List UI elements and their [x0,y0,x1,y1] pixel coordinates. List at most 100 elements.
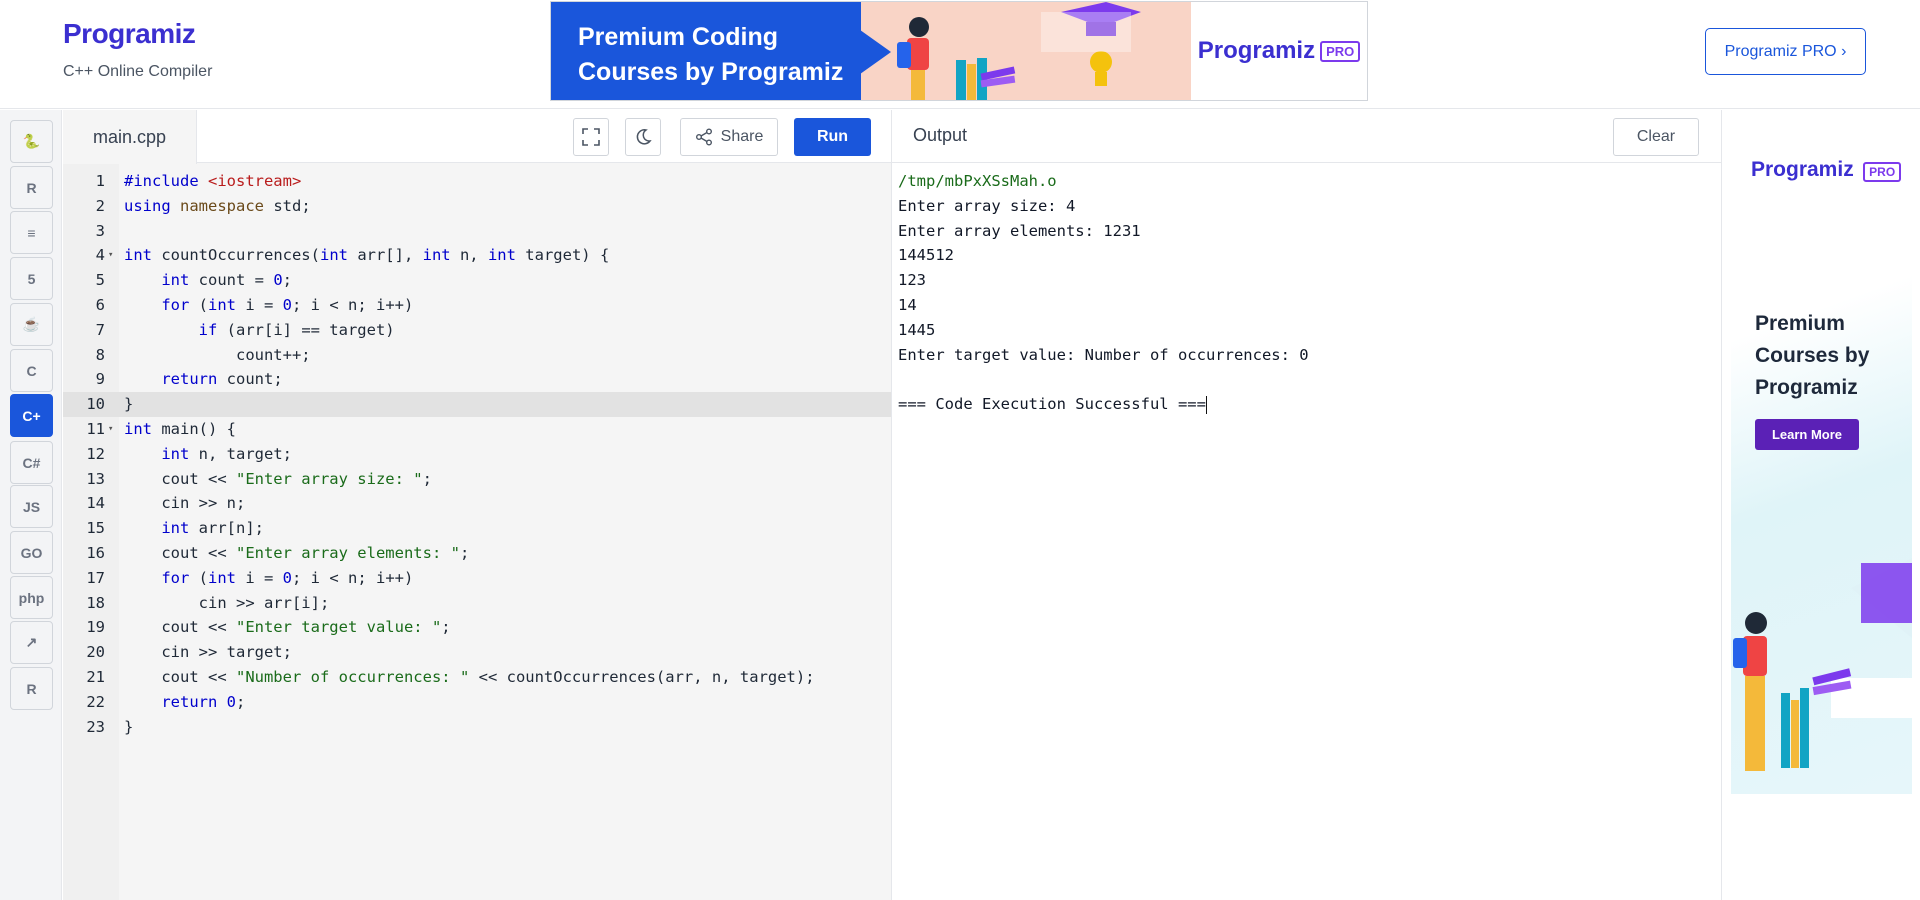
language-go-button[interactable]: GO [10,531,53,574]
code-text: int arr[n]; [161,519,264,538]
java-icon: ☕ [22,316,41,332]
code-line[interactable]: 14 cin >> n; [63,491,891,516]
code-line[interactable]: 4 ▾ int countOccurrences(int arr[], int n,… [63,243,891,268]
fullscreen-button[interactable] [573,118,609,156]
share-button[interactable]: Share [680,118,778,156]
c-icon: C [26,362,37,379]
output-binary-path: /tmp/mbPxXSsMah.o [898,172,1057,190]
language-c-button[interactable]: C [10,349,53,392]
output-panel: Output Clear /tmp/mbPxXSsMah.o Enter arra… [891,110,1722,900]
ad-brand-text: Programiz [1197,37,1316,64]
code-line[interactable]: 3 [63,219,891,244]
ad-pro-badge: PRO [1320,40,1361,62]
language-javascript-button[interactable]: JS [10,485,53,528]
line-number: 21 [86,667,105,686]
line-number: 13 [86,469,105,488]
language-html5-button[interactable]: 5 [10,257,53,300]
code-text: } [124,395,134,414]
ad-headline-line-1: Premium Coding [578,23,779,51]
code-line[interactable]: 13 cout << "Enter array size: "; [63,467,891,492]
code-line[interactable]: 10} [63,392,891,417]
code-line[interactable]: 11 ▾ int main() { [63,417,891,442]
programiz-pro-button[interactable]: Programiz PRO › [1705,28,1866,75]
file-tab-main-cpp[interactable]: main.cpp [63,110,197,164]
code-text: int main() { [124,419,236,438]
output-title: Output [913,125,968,145]
language-cpp-button[interactable]: C+ [10,394,53,437]
cpp-icon: C+ [22,407,41,424]
code-line[interactable]: 8 count++; [63,343,891,368]
language-php-button[interactable]: php [10,576,53,619]
code-line[interactable]: 22 return 0; [63,690,891,715]
language-java-button[interactable]: ☕ [10,303,53,346]
python-icon: 🐍 [22,133,41,149]
expand-icon [582,128,600,146]
code-line[interactable]: 7 if (arr[i] == target) [63,318,891,343]
fold-arrow-icon[interactable]: ▾ [108,417,113,442]
share-icon [695,128,712,146]
language-sql-database-button[interactable]: ≡ [10,211,53,254]
top-ad-banner[interactable]: Premium Coding Courses by Programiz Prog… [550,1,1368,101]
code-line[interactable]: 21 cout << "Number of occurrences: " << … [63,665,891,690]
run-button[interactable]: Run [794,118,871,156]
code-line[interactable]: 2 using namespace std; [63,194,891,219]
output-console[interactable]: /tmp/mbPxXSsMah.o Enter array size: 4 Ente… [898,164,1713,417]
top-header: Programiz C++ Online Compiler Premium Co… [0,0,1920,109]
code-line[interactable]: 5 int count = 0; [63,268,891,293]
code-line[interactable]: 9 return count; [63,367,891,392]
dark-mode-button[interactable] [625,118,661,156]
language-swift-button[interactable]: ↗ [10,621,53,664]
code-text-area[interactable]: 1 #include <iostream> 2 using namespace std… [63,164,891,844]
editor-toolbar: main.cpp Share Run [63,110,891,164]
line-number: 12 [86,444,105,463]
code-line[interactable]: 15 int arr[n]; [63,516,891,541]
code-text: cin >> arr[i]; [124,593,330,612]
code-line[interactable]: 20 cin >> target; [63,640,891,665]
line-number: 10 [86,395,105,414]
student-illustration-icon [897,2,1141,100]
code-text: int n, target; [161,444,292,463]
code-text: cin >> n; [124,494,246,513]
ad-headline-line-2: Courses by Programiz [578,58,844,86]
code-line[interactable]: 23} [63,715,891,740]
side-ad-pro-badge: PRO [1863,161,1902,182]
output-line: 14 [898,295,917,314]
side-ad-line-3: Programiz [1755,376,1858,399]
output-line: 123 [898,271,926,290]
code-text: #include <iostream> [124,172,302,190]
language-csharp-button[interactable]: C# [10,441,53,484]
programiz-logo[interactable]: Programiz [63,18,196,50]
php-icon: php [18,589,45,606]
output-line: Enter target value: Number of occurrence… [898,345,1309,364]
side-ad-line-1: Premium [1755,312,1845,335]
side-ad-banner[interactable]: Programiz PRO Premium Courses by Program… [1731,118,1912,794]
code-line[interactable]: 6 for (int i = 0; i < n; i++) [63,293,891,318]
language-r-button[interactable]: R [10,166,53,209]
clear-button[interactable]: Clear [1613,118,1699,156]
code-text: for (int i = 0; i < n; i++) [161,295,414,314]
rust-icon: R [26,680,37,697]
code-line[interactable]: 1 #include <iostream> [63,169,891,194]
learn-more-button[interactable]: Learn More [1755,419,1859,450]
language-rust-button[interactable]: R [10,667,53,710]
code-text: for (int i = 0; i < n; i++) [161,568,414,587]
fold-arrow-icon[interactable]: ▾ [108,243,113,268]
output-line: Enter array size: 4 [898,196,1076,215]
code-line[interactable]: 12 int n, target; [63,442,891,467]
output-line: 1445 [898,320,936,339]
ad-logo: Programiz PRO [1191,2,1367,100]
line-number: 8 [95,345,105,364]
side-ad-headline: Premium Courses by Programiz [1755,308,1869,404]
go-icon: GO [20,544,43,561]
line-number: 15 [86,519,105,538]
code-line[interactable]: 16 cout << "Enter array elements: "; [63,541,891,566]
code-line[interactable]: 18 cin >> arr[i]; [63,591,891,616]
sql-database-icon: ≡ [27,224,36,241]
code-text: count++; [124,345,311,364]
code-line[interactable]: 17 for (int i = 0; i < n; i++) [63,566,891,591]
language-python-button[interactable]: 🐍 [10,120,53,163]
code-line[interactable]: 19 cout << "Enter target value: "; [63,615,891,640]
code-text: using namespace std; [124,196,311,215]
line-number: 6 [95,295,105,314]
